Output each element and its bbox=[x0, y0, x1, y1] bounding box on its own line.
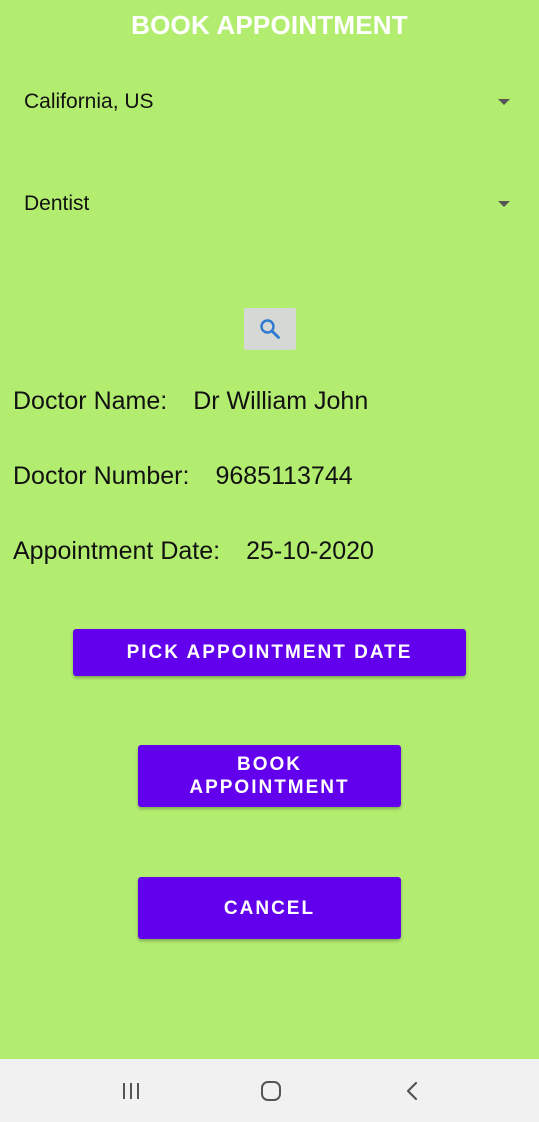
recents-icon bbox=[123, 1083, 139, 1099]
home-button[interactable] bbox=[251, 1075, 291, 1107]
doctor-number-label: Doctor Number: bbox=[13, 462, 190, 490]
doctor-name-row: Doctor Name: Dr William John bbox=[13, 387, 368, 416]
cancel-button[interactable]: CANCEL bbox=[138, 877, 401, 939]
doctor-name-label: Doctor Name: bbox=[13, 387, 168, 415]
page-title: BOOK APPOINTMENT bbox=[131, 10, 408, 40]
doctor-number-value: 9685113744 bbox=[215, 462, 353, 490]
appointment-date-row: Appointment Date: 25-10-2020 bbox=[13, 537, 374, 566]
doctor-name-value: Dr William John bbox=[193, 387, 369, 415]
back-icon bbox=[406, 1081, 418, 1101]
dropdown-arrow-icon bbox=[498, 201, 510, 207]
specialty-selected-value: Dentist bbox=[24, 192, 90, 215]
location-selected-value: California, US bbox=[24, 90, 154, 113]
back-button[interactable] bbox=[392, 1075, 432, 1107]
search-icon bbox=[260, 319, 280, 339]
recents-button[interactable] bbox=[111, 1075, 151, 1107]
system-navigation-bar bbox=[0, 1059, 539, 1122]
home-icon bbox=[261, 1081, 281, 1101]
specialty-dropdown[interactable]: Dentist bbox=[24, 184, 510, 224]
appointment-date-label: Appointment Date: bbox=[13, 537, 221, 565]
pick-appointment-date-button[interactable]: PICK APPOINTMENT DATE bbox=[73, 629, 466, 676]
dropdown-arrow-icon bbox=[498, 99, 510, 105]
doctor-number-row: Doctor Number: 9685113744 bbox=[13, 462, 353, 491]
location-dropdown[interactable]: California, US bbox=[24, 82, 510, 122]
book-appointment-button[interactable]: BOOK APPOINTMENT bbox=[138, 745, 401, 807]
app-screen: BOOK APPOINTMENT California, US Dentist … bbox=[0, 0, 539, 1059]
appointment-date-value: 25-10-2020 bbox=[246, 537, 374, 565]
search-button[interactable] bbox=[244, 308, 296, 350]
